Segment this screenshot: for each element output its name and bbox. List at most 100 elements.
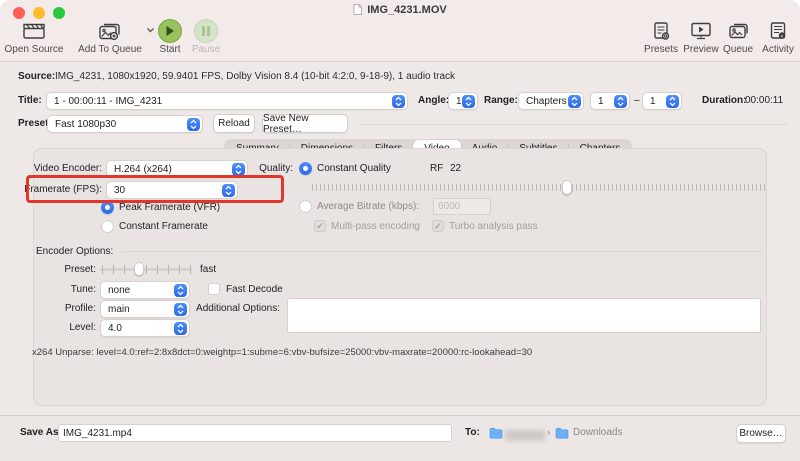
fast-decode-checkbox[interactable] <box>208 283 220 295</box>
source-info: IMG_4231, 1080x1920, 59.9401 FPS, Dolby … <box>55 71 455 82</box>
rf-label: RF <box>430 160 443 177</box>
video-encoder-label: Video Encoder: <box>10 160 102 177</box>
turbo-checkbox: ✓ <box>432 220 444 232</box>
add-to-queue-icon <box>77 17 143 44</box>
destination-folder-label: Downloads <box>573 424 622 442</box>
toolbar: IMG_4231.MOV Open Source <box>0 0 800 62</box>
profile-label: Profile: <box>40 300 96 317</box>
source-label: Source: <box>18 71 55 82</box>
chapter-to-select[interactable]: 1 <box>642 92 682 110</box>
angle-label: Angle: <box>418 92 449 109</box>
stepper-icon <box>462 95 475 108</box>
fast-decode-label: Fast Decode <box>226 281 283 298</box>
x264-preset-value: fast <box>200 261 216 278</box>
level-label: Level: <box>40 319 96 336</box>
save-new-preset-button[interactable]: Save New Preset… <box>262 114 348 133</box>
presets-icon <box>641 17 681 44</box>
queue-label: Queue <box>719 44 757 55</box>
stepper-icon <box>614 95 627 108</box>
multipass-label: Multi-pass encoding <box>331 218 420 235</box>
to-label: To: <box>465 424 480 442</box>
title-select[interactable]: 1 - 00:00:11 - IMG_4231 <box>46 92 408 110</box>
preview-label: Preview <box>681 44 721 55</box>
path-chevron-icon: › <box>547 424 550 442</box>
stepper-icon <box>174 322 187 335</box>
pause-button: Pause <box>187 17 225 55</box>
peak-framerate-radio[interactable] <box>101 201 114 214</box>
start-button[interactable]: Start <box>152 17 188 55</box>
title-label: Title: <box>18 92 42 109</box>
average-bitrate-radio[interactable] <box>299 200 312 213</box>
preset-row-divider <box>358 124 788 125</box>
activity-button[interactable]: Activity <box>757 17 799 55</box>
bottom-bar: Save As: To: › Downloads Browse… <box>0 415 800 461</box>
x264-unparse-text: x264 Unparse: level=4.0:ref=2:8x8dct=0:w… <box>32 347 772 358</box>
preview-icon <box>681 17 721 44</box>
x264-preset-label: Preset: <box>40 261 96 278</box>
framerate-label: Framerate (FPS): <box>6 181 102 198</box>
additional-options-label: Additional Options: <box>190 300 280 317</box>
video-encoder-select[interactable]: H.264 (x264) <box>106 160 248 178</box>
additional-options-input[interactable] <box>287 298 761 333</box>
duration-label: Duration: <box>702 92 746 109</box>
constant-framerate-radio[interactable] <box>101 220 114 233</box>
constant-quality-radio[interactable] <box>299 162 312 175</box>
level-select[interactable]: 4.0 <box>100 319 190 337</box>
window-title: IMG_4231.MOV <box>0 4 800 18</box>
preset-select[interactable]: Fast 1080p30 <box>47 115 203 133</box>
open-source-button[interactable]: Open Source <box>2 17 66 55</box>
peak-framerate-label: Peak Framerate (VFR) <box>119 199 220 216</box>
stepper-icon <box>174 303 187 316</box>
reload-button[interactable]: Reload <box>213 114 255 133</box>
open-source-label: Open Source <box>2 44 66 55</box>
clapperboard-icon <box>2 17 66 44</box>
range-label: Range: <box>484 92 518 109</box>
activity-icon <box>757 17 799 44</box>
range-mode-select[interactable]: Chapters <box>518 92 584 110</box>
encoder-options-label: Encoder Options: <box>36 243 113 260</box>
stepper-icon <box>666 95 679 108</box>
tune-select[interactable]: none <box>100 281 190 299</box>
start-play-icon <box>158 19 182 43</box>
downloads-folder-icon[interactable] <box>555 427 569 442</box>
profile-select[interactable]: main <box>100 300 190 318</box>
document-proxy-icon <box>353 4 362 18</box>
save-as-label: Save As: <box>20 424 62 442</box>
stepper-icon <box>392 95 405 108</box>
preview-button[interactable]: Preview <box>681 17 721 55</box>
presets-button[interactable]: Presets <box>641 17 681 55</box>
browse-button[interactable]: Browse… <box>736 424 786 443</box>
stepper-icon <box>568 95 581 108</box>
duration-value: 00:00:11 <box>745 92 783 109</box>
tune-label: Tune: <box>40 281 96 298</box>
quality-label: Quality: <box>243 160 293 177</box>
preset-slider-thumb[interactable] <box>134 262 144 276</box>
angle-select[interactable]: 1 <box>448 92 478 110</box>
activity-label: Activity <box>757 44 799 55</box>
range-dash: – <box>634 92 640 109</box>
turbo-label: Turbo analysis pass <box>449 218 538 235</box>
chapter-from-select[interactable]: 1 <box>590 92 630 110</box>
rf-slider-thumb[interactable] <box>562 180 572 195</box>
add-to-queue-button[interactable]: Add To Queue <box>77 17 143 55</box>
stepper-icon <box>174 284 187 297</box>
x264-preset-slider[interactable] <box>100 262 192 277</box>
constant-framerate-label: Constant Framerate <box>119 218 208 235</box>
rf-value: 22 <box>450 160 461 177</box>
save-as-input[interactable] <box>58 424 452 442</box>
constant-quality-label: Constant Quality <box>317 160 391 177</box>
pause-label: Pause <box>187 44 225 55</box>
start-label: Start <box>152 44 188 55</box>
home-folder-icon[interactable] <box>489 427 503 442</box>
redacted-folder-name <box>505 430 545 441</box>
framerate-select[interactable]: 30 <box>106 181 238 199</box>
rf-quality-slider[interactable] <box>312 180 768 195</box>
queue-button[interactable]: Queue <box>719 17 757 55</box>
presets-label: Presets <box>641 44 681 55</box>
add-to-queue-label: Add To Queue <box>77 44 143 55</box>
average-bitrate-label: Average Bitrate (kbps): <box>317 198 419 215</box>
handbrake-window: IMG_4231.MOV Open Source <box>0 0 800 461</box>
encoder-options-divider <box>122 251 762 252</box>
pause-icon <box>194 19 218 43</box>
average-bitrate-input <box>433 198 491 215</box>
